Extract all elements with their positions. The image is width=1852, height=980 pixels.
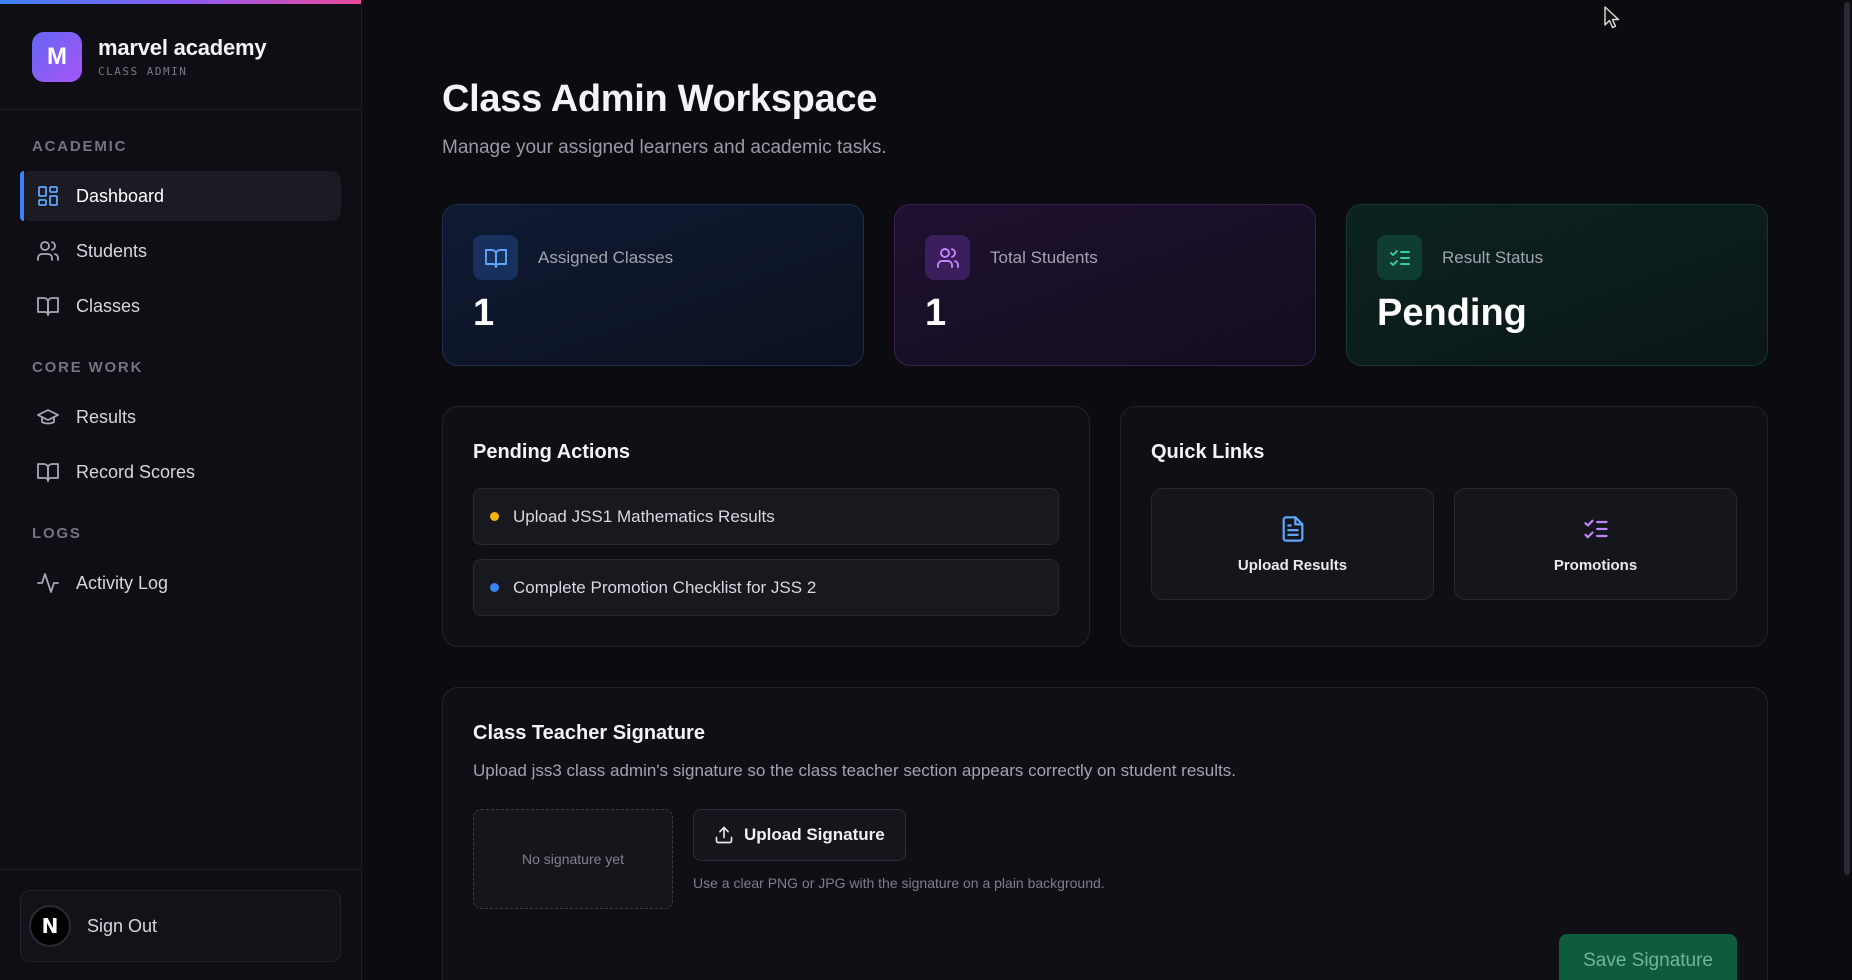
stat-card-assigned-classes: Assigned Classes 1 bbox=[442, 204, 864, 366]
stat-value: 1 bbox=[473, 292, 495, 334]
page-scrollbar[interactable] bbox=[1842, 0, 1852, 980]
sidebar-item-record-scores[interactable]: Record Scores bbox=[20, 447, 341, 497]
sidebar-item-label: Results bbox=[76, 406, 137, 427]
book-open-icon bbox=[484, 248, 507, 268]
nav-section-core-work: CORE WORK Results Record Scores bbox=[20, 359, 341, 497]
signature-preview: No signature yet bbox=[473, 809, 673, 909]
stat-value: 1 bbox=[925, 292, 947, 334]
list-item[interactable]: Upload JSS1 Mathematics Results bbox=[473, 488, 1059, 545]
brand-role: CLASS ADMIN bbox=[98, 65, 188, 78]
stat-icon-wrap bbox=[1377, 235, 1422, 280]
stat-label: Total Students bbox=[990, 247, 1098, 267]
quick-link-upload-results[interactable]: Upload Results bbox=[1151, 488, 1434, 600]
book-open-icon bbox=[37, 297, 59, 316]
brand-logo[interactable]: M bbox=[32, 31, 82, 82]
brand-header: M marvel academy CLASS ADMIN bbox=[0, 0, 361, 110]
sidebar: M marvel academy CLASS ADMIN ACADEMIC Da… bbox=[0, 0, 362, 980]
signature-hint: Use a clear PNG or JPG with the signatur… bbox=[693, 875, 1105, 891]
signature-panel: Class Teacher Signature Upload jss3 clas… bbox=[442, 687, 1768, 980]
status-dot bbox=[490, 583, 499, 592]
nav-section-title: LOGS bbox=[32, 525, 82, 542]
sidebar-item-classes[interactable]: Classes bbox=[20, 281, 341, 331]
avatar: N bbox=[29, 905, 71, 947]
main-content: Class Admin Workspace Manage your assign… bbox=[362, 0, 1852, 980]
sidebar-item-dashboard[interactable]: Dashboard bbox=[20, 171, 341, 221]
stat-header: Total Students bbox=[925, 235, 1285, 280]
quick-links-grid: Upload Results Promotions bbox=[1151, 488, 1737, 600]
signature-description: Upload jss3 class admin's signature so t… bbox=[473, 761, 1236, 780]
stat-header: Assigned Classes bbox=[473, 235, 833, 280]
sidebar-item-results[interactable]: Results bbox=[20, 392, 341, 442]
pending-actions-panel: Pending Actions Upload JSS1 Mathematics … bbox=[442, 406, 1090, 647]
book-open-icon bbox=[37, 463, 59, 482]
graduation-cap-icon bbox=[37, 409, 59, 425]
signature-upload-group: Upload Signature Use a clear PNG or JPG … bbox=[693, 809, 1105, 891]
upload-signature-button[interactable]: Upload Signature bbox=[693, 809, 906, 861]
file-text-icon bbox=[1282, 515, 1303, 542]
status-dot bbox=[490, 512, 499, 521]
page-title: Class Admin Workspace bbox=[442, 78, 878, 120]
list-item[interactable]: Complete Promotion Checklist for JSS 2 bbox=[473, 559, 1059, 616]
upload-signature-label: Upload Signature bbox=[744, 825, 885, 844]
page-subtitle: Manage your assigned learners and academ… bbox=[442, 137, 887, 158]
sidebar-item-label: Record Scores bbox=[76, 461, 196, 482]
sidebar-item-label: Students bbox=[76, 240, 148, 261]
nav-section-logs: LOGS Activity Log bbox=[20, 525, 341, 608]
sidebar-item-label: Classes bbox=[76, 295, 141, 316]
stat-label: Assigned Classes bbox=[538, 247, 674, 267]
panel-title: Class Teacher Signature bbox=[473, 722, 705, 744]
nav-section-title: CORE WORK bbox=[32, 359, 144, 376]
sign-out-label: Sign Out bbox=[87, 915, 158, 936]
save-signature-button[interactable]: Save Signature bbox=[1559, 934, 1737, 980]
users-icon bbox=[37, 241, 59, 261]
brand-name: marvel academy bbox=[98, 35, 267, 60]
brand-text: marvel academy CLASS ADMIN bbox=[98, 35, 267, 78]
mouse-cursor-icon bbox=[1604, 6, 1620, 29]
scrollbar-thumb[interactable] bbox=[1844, 2, 1850, 875]
sidebar-item-label: Dashboard bbox=[76, 185, 165, 206]
stat-value: Pending bbox=[1377, 292, 1527, 334]
stat-card-result-status: Result Status Pending bbox=[1346, 204, 1768, 366]
list-checks-icon bbox=[1389, 249, 1410, 266]
stat-icon-wrap bbox=[925, 235, 970, 280]
quick-links-panel: Quick Links Upload Results Promotions bbox=[1120, 406, 1768, 647]
nav-section-title: ACADEMIC bbox=[32, 138, 128, 155]
stat-icon-wrap bbox=[473, 235, 518, 280]
quick-link-label: Upload Results bbox=[1237, 556, 1348, 574]
quick-link-promotions[interactable]: Promotions bbox=[1454, 488, 1737, 600]
app-shell: M marvel academy CLASS ADMIN ACADEMIC Da… bbox=[0, 0, 1852, 980]
sidebar-item-label: Activity Log bbox=[76, 572, 169, 593]
stat-header: Result Status bbox=[1377, 235, 1737, 280]
activity-icon bbox=[37, 573, 59, 593]
nav-section-academic: ACADEMIC Dashboard Students Classes bbox=[20, 138, 341, 331]
stat-label: Result Status bbox=[1442, 247, 1544, 267]
list-checks-icon bbox=[1583, 519, 1608, 538]
sidebar-item-activity-log[interactable]: Activity Log bbox=[20, 558, 341, 608]
action-label: Upload JSS1 Mathematics Results bbox=[513, 506, 775, 526]
panel-title: Quick Links bbox=[1151, 441, 1265, 463]
quick-link-label: Promotions bbox=[1553, 556, 1638, 574]
panel-title: Pending Actions bbox=[473, 441, 631, 463]
signature-row: No signature yet Upload Signature Use a … bbox=[473, 809, 1737, 909]
sidebar-item-students[interactable]: Students bbox=[20, 226, 341, 276]
sidebar-footer: N Sign Out bbox=[0, 869, 361, 980]
users-icon bbox=[936, 247, 959, 268]
stat-card-total-students: Total Students 1 bbox=[894, 204, 1316, 366]
dashboard-grid-icon bbox=[38, 186, 58, 206]
sign-out-button[interactable]: N Sign Out bbox=[20, 890, 341, 962]
upload-icon bbox=[715, 826, 733, 844]
action-label: Complete Promotion Checklist for JSS 2 bbox=[513, 577, 817, 597]
sidebar-nav: ACADEMIC Dashboard Students Classes CORE… bbox=[0, 110, 361, 869]
